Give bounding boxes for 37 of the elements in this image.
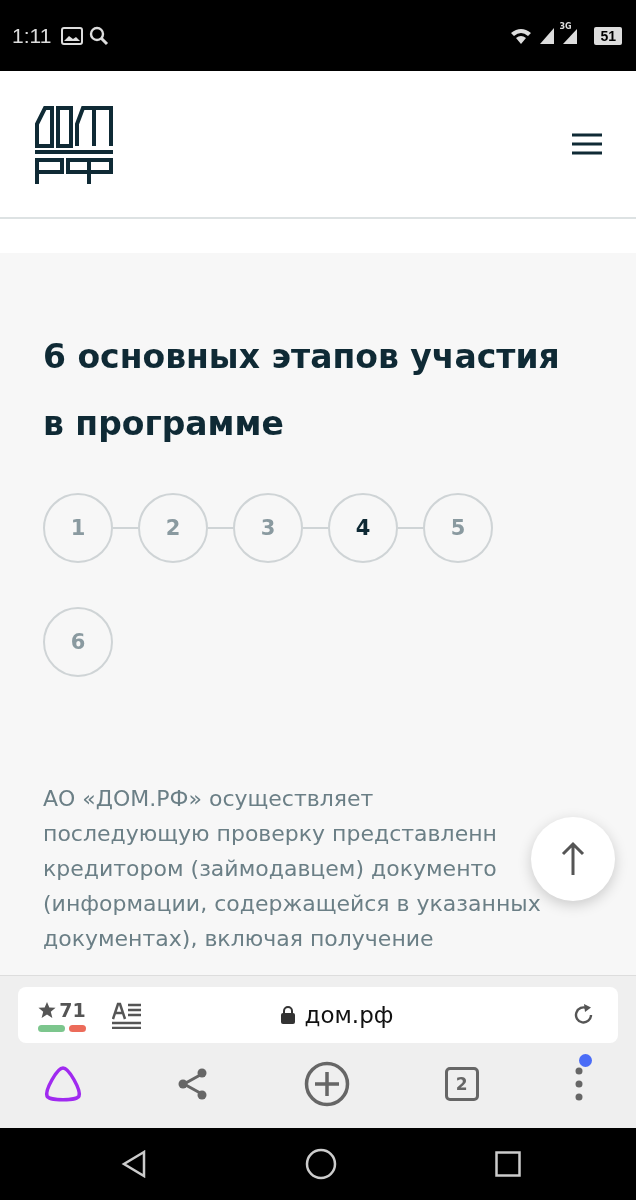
section-title: 6 основных этапов участия в программе — [43, 336, 561, 445]
step-circle[interactable]: 3 — [233, 493, 303, 563]
step-circle[interactable]: 2 — [138, 493, 208, 563]
rating-bar-icon — [38, 1024, 86, 1032]
logo-drawing[interactable] — [35, 106, 113, 184]
search-icon — [89, 25, 110, 46]
signal-icon — [538, 26, 557, 45]
share-icon[interactable] — [178, 1068, 209, 1100]
rating-value: 71 — [59, 998, 86, 1021]
network-type: 3G — [559, 21, 572, 31]
paragraph-line: (информации, содержащейся в указанных — [43, 890, 541, 918]
lock-icon — [280, 1006, 295, 1024]
new-tab-icon[interactable] — [303, 1061, 350, 1107]
wifi-icon — [510, 26, 533, 45]
step-circle[interactable]: 5 — [423, 493, 493, 563]
star-icon — [38, 1000, 57, 1019]
status-time: 1:11 — [12, 23, 52, 48]
scroll-up-button[interactable] — [531, 817, 615, 901]
back-icon[interactable] — [121, 1150, 147, 1178]
image-icon — [61, 26, 84, 45]
home-icon[interactable] — [305, 1148, 337, 1180]
paragraph-line: кредитором (займодавцем) документо — [43, 855, 497, 883]
signal-icon — [562, 27, 579, 44]
paragraph-line: АО «ДОМ.РФ» осуществляет — [43, 785, 374, 813]
paragraph-line: последующую проверку представленн — [43, 820, 497, 848]
tabs-button[interactable]: 2 — [444, 1067, 479, 1101]
address-bar[interactable]: 71 дом.рф — [18, 987, 618, 1043]
step-circle[interactable]: 6 — [43, 607, 113, 677]
assistant-icon[interactable] — [43, 1065, 83, 1103]
url-text: дом.рф — [304, 1002, 394, 1028]
step-circle[interactable]: 4 — [328, 493, 398, 563]
reader-mode-icon[interactable] — [112, 1001, 142, 1029]
battery-indicator: 51 — [594, 26, 622, 45]
step-circle[interactable]: 1 — [43, 493, 113, 563]
recents-icon[interactable] — [495, 1151, 521, 1177]
paragraph-line: документах), включая получение — [43, 925, 434, 953]
arrow-up-icon — [561, 841, 585, 877]
